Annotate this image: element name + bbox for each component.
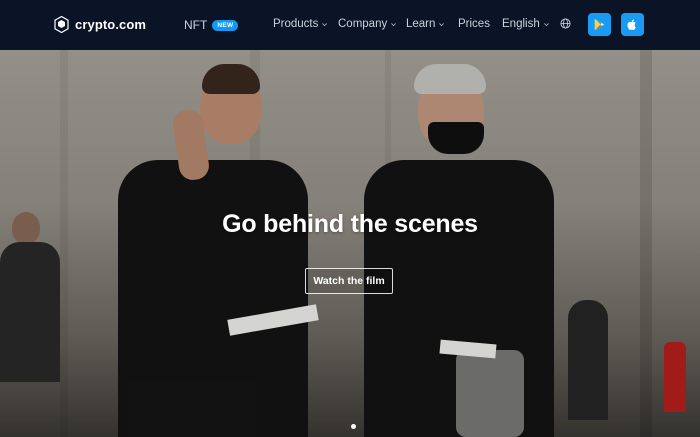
nav-item-learn[interactable]: Learn — [406, 18, 445, 30]
app-store-button[interactable] — [621, 13, 644, 36]
google-play-icon — [594, 18, 605, 31]
nav-item-company[interactable]: Company — [338, 18, 397, 30]
logo-text: crypto.com — [75, 17, 147, 32]
nav-nft-label: NFT — [184, 18, 208, 32]
nav-company-label: Company — [338, 18, 388, 30]
nav-item-prices[interactable]: Prices — [458, 18, 490, 30]
hero-banner: Go behind the scenes Watch the film — [0, 50, 700, 437]
apple-icon — [627, 19, 636, 30]
hero-title: Go behind the scenes — [222, 210, 478, 238]
globe-icon[interactable] — [560, 18, 571, 29]
new-badge: NEW — [212, 19, 239, 31]
carousel-dot-active[interactable] — [351, 424, 356, 429]
crypto-com-logo-icon — [54, 16, 69, 33]
google-play-button[interactable] — [588, 13, 611, 36]
language-selector[interactable]: English — [502, 18, 550, 30]
nav-prices-label: Prices — [458, 18, 490, 30]
chevron-down-icon — [391, 22, 397, 26]
chevron-down-icon — [543, 22, 549, 26]
nav-item-nft[interactable]: NFT NEW — [184, 18, 239, 32]
nav-learn-label: Learn — [406, 18, 436, 30]
logo[interactable]: crypto.com — [54, 16, 146, 33]
nav-item-products[interactable]: Products — [273, 18, 328, 30]
top-nav: crypto.com NFT NEW Products Company Lear… — [0, 0, 700, 50]
hero-overlay — [0, 50, 700, 437]
chevron-down-icon — [439, 22, 445, 26]
language-label: English — [502, 18, 540, 30]
watch-film-button[interactable]: Watch the film — [305, 268, 393, 294]
chevron-down-icon — [322, 22, 328, 26]
nav-products-label: Products — [273, 18, 319, 30]
